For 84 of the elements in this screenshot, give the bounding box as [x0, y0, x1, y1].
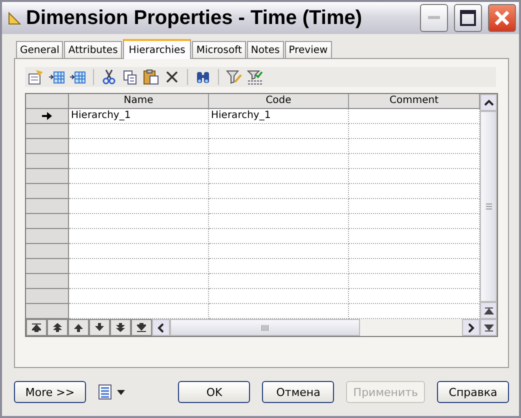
table-cell[interactable]	[209, 229, 349, 244]
scroll-top-icon	[484, 306, 494, 314]
delete-icon[interactable]	[164, 69, 180, 85]
scroll-left-icon	[157, 322, 165, 332]
tab[interactable]: Hierarchies	[122, 39, 192, 59]
page-down-button[interactable]	[110, 319, 131, 336]
table-cell[interactable]	[69, 274, 209, 289]
filter-check-icon[interactable]	[247, 69, 263, 85]
table-cell[interactable]: Hierarchy_1	[209, 109, 349, 124]
cut-icon[interactable]	[101, 69, 117, 85]
tab[interactable]: Microsoft	[192, 41, 246, 58]
scroll-up-icon	[484, 98, 494, 106]
insert-row-icon[interactable]	[49, 69, 65, 85]
table-cell[interactable]	[69, 154, 209, 169]
horizontal-scrollbar[interactable]	[152, 319, 480, 336]
caret-icon	[117, 390, 125, 394]
maximize-button[interactable]	[454, 4, 482, 32]
find-icon[interactable]	[195, 69, 211, 85]
table-cell[interactable]	[69, 139, 209, 154]
dialog-button[interactable]: OK	[178, 381, 250, 403]
table-cell[interactable]: Hierarchy_1	[69, 109, 209, 124]
minimize-button[interactable]	[420, 4, 448, 32]
page-up-icon	[53, 323, 62, 332]
vertical-scrollbar[interactable]	[480, 94, 497, 336]
table-cell[interactable]	[69, 124, 209, 139]
table-cell[interactable]	[209, 289, 349, 304]
table-cell[interactable]	[209, 154, 349, 169]
down-button[interactable]	[89, 319, 110, 336]
close-button[interactable]	[488, 4, 516, 32]
tab[interactable]: Notes	[246, 41, 284, 58]
grip-icon	[261, 324, 269, 330]
up-icon	[74, 323, 83, 332]
table-cell[interactable]	[69, 289, 209, 304]
first-button[interactable]	[26, 319, 47, 336]
column-header[interactable]: Comment	[349, 94, 480, 109]
table-cell[interactable]	[209, 184, 349, 199]
page-up-button[interactable]	[47, 319, 68, 336]
table-cell[interactable]	[69, 184, 209, 199]
last-button[interactable]	[131, 319, 152, 336]
current-row-arrow-icon	[42, 112, 52, 120]
ruler-icon	[8, 11, 22, 25]
table-cell[interactable]	[69, 169, 209, 184]
minimize-icon	[428, 16, 440, 20]
grip-icon	[486, 203, 492, 210]
table-cell[interactable]	[209, 214, 349, 229]
tab[interactable]: Preview	[284, 41, 332, 58]
column-header[interactable]: Code	[209, 94, 349, 109]
table-cell[interactable]	[209, 259, 349, 274]
tab[interactable]: Attributes	[64, 41, 122, 58]
scroll-right-icon	[467, 322, 475, 332]
table-cell[interactable]	[69, 214, 209, 229]
close-icon	[493, 9, 511, 27]
filter-icon[interactable]	[226, 69, 242, 85]
first-icon	[32, 323, 41, 332]
list-dropdown[interactable]	[98, 384, 125, 400]
table-cell[interactable]	[209, 199, 349, 214]
paste-icon[interactable]	[143, 69, 159, 85]
table-cell[interactable]	[69, 199, 209, 214]
dialog-button[interactable]: Справка	[437, 381, 509, 403]
maximize-icon	[460, 10, 476, 26]
window-title: Dimension Properties - Time (Time)	[26, 6, 364, 30]
last-icon	[137, 323, 146, 332]
table-cell[interactable]	[69, 229, 209, 244]
list-icon	[98, 384, 112, 400]
table-cell[interactable]	[209, 244, 349, 259]
up-button[interactable]	[68, 319, 89, 336]
table-cell[interactable]	[209, 169, 349, 184]
down-icon	[95, 323, 104, 332]
table-cell[interactable]	[209, 274, 349, 289]
table-cell[interactable]	[69, 259, 209, 274]
copy-icon[interactable]	[122, 69, 138, 85]
tab[interactable]: General	[16, 41, 64, 58]
add-row-icon[interactable]	[70, 69, 86, 85]
table-cell[interactable]	[209, 139, 349, 154]
dialog-button[interactable]: Отмена	[262, 381, 334, 403]
column-header[interactable]: Name	[69, 94, 209, 109]
page-down-icon	[116, 323, 125, 332]
properties-icon[interactable]	[28, 69, 44, 85]
row-header[interactable]	[26, 109, 69, 124]
table-cell[interactable]	[69, 244, 209, 259]
more-button[interactable]: More >>	[14, 381, 86, 403]
scroll-bottom-icon	[484, 324, 494, 332]
corner-header	[26, 94, 69, 109]
table-cell[interactable]	[209, 124, 349, 139]
